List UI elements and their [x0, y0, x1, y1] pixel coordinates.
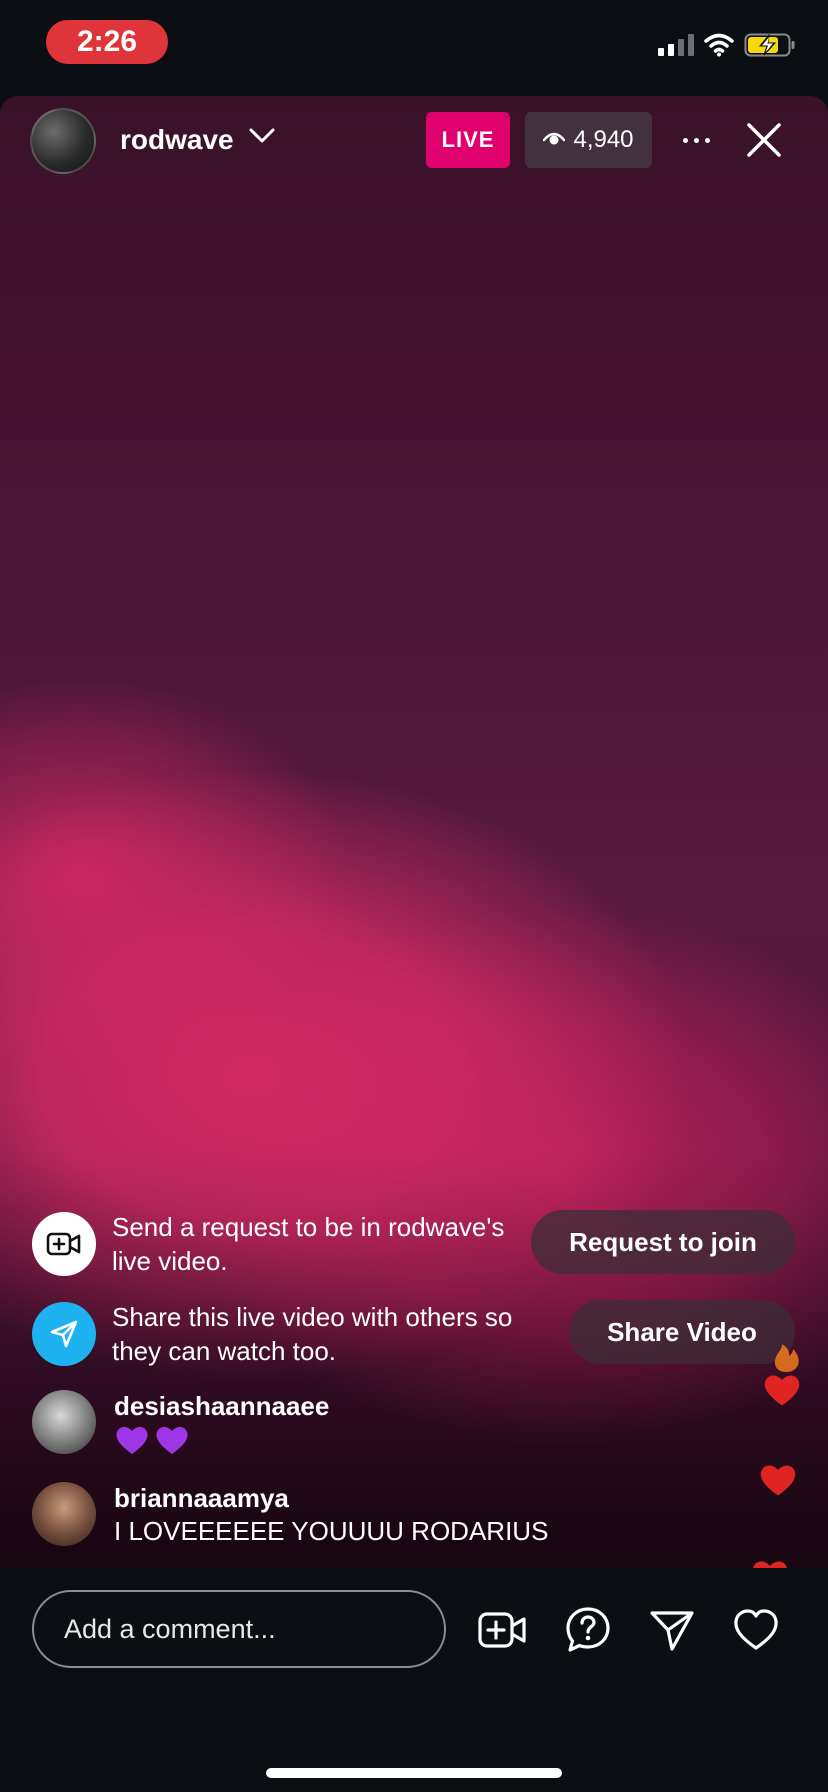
comment-input[interactable]	[32, 1590, 446, 1668]
viewer-count-badge[interactable]: 4,940	[525, 112, 652, 168]
home-indicator[interactable]	[266, 1768, 562, 1778]
cellular-signal-icon	[658, 34, 694, 56]
comment-text: I LOVEEEEEE YOUUUU RODARIUS	[114, 1516, 549, 1546]
comment-item: desiashaannaaee	[32, 1390, 329, 1456]
request-to-join-button[interactable]: Request to join	[531, 1210, 795, 1274]
question-icon[interactable]	[562, 1604, 614, 1656]
status-time: 2:26	[46, 20, 168, 64]
red-heart-icon	[758, 1462, 798, 1503]
purple-heart-icon	[156, 1426, 188, 1454]
chevron-down-icon[interactable]	[248, 126, 276, 151]
request-join-text: Send a request to be in rodwave's live v…	[112, 1212, 505, 1276]
comment-item: briannaaamya I LOVEEEEEE YOUUUU RODARIUS	[32, 1482, 548, 1548]
video-add-icon[interactable]	[476, 1604, 528, 1656]
more-icon[interactable]	[676, 122, 716, 158]
send-icon[interactable]	[646, 1604, 698, 1656]
purple-heart-icon	[116, 1426, 148, 1454]
comment-username[interactable]: briannaaamya	[114, 1482, 548, 1514]
host-username[interactable]: rodwave	[120, 124, 234, 156]
viewer-count: 4,940	[573, 126, 634, 153]
status-icons	[658, 32, 798, 58]
comment-username[interactable]: desiashaannaaee	[114, 1390, 329, 1422]
request-join-prompt: Send a request to be in rodwave's live v…	[32, 1210, 532, 1278]
bottom-bar	[0, 1568, 828, 1792]
battery-charging-icon	[744, 32, 798, 58]
live-badge: LIVE	[426, 112, 510, 168]
video-add-icon	[32, 1212, 96, 1276]
avatar[interactable]	[32, 1482, 96, 1546]
live-header: rodwave LIVE 4,940	[0, 96, 828, 186]
avatar[interactable]	[32, 1390, 96, 1454]
close-icon[interactable]	[742, 118, 786, 162]
send-icon	[32, 1302, 96, 1366]
avatar[interactable]	[30, 108, 96, 174]
share-video-text: Share this live video with others so the…	[112, 1302, 513, 1366]
red-heart-icon	[762, 1372, 802, 1413]
share-video-prompt: Share this live video with others so the…	[32, 1300, 532, 1368]
status-bar: 2:26	[0, 0, 828, 96]
heart-icon[interactable]	[730, 1604, 782, 1656]
comment-text	[114, 1424, 329, 1456]
eye-icon	[543, 126, 566, 154]
wifi-icon	[704, 33, 734, 57]
share-video-button[interactable]: Share Video	[569, 1300, 795, 1364]
